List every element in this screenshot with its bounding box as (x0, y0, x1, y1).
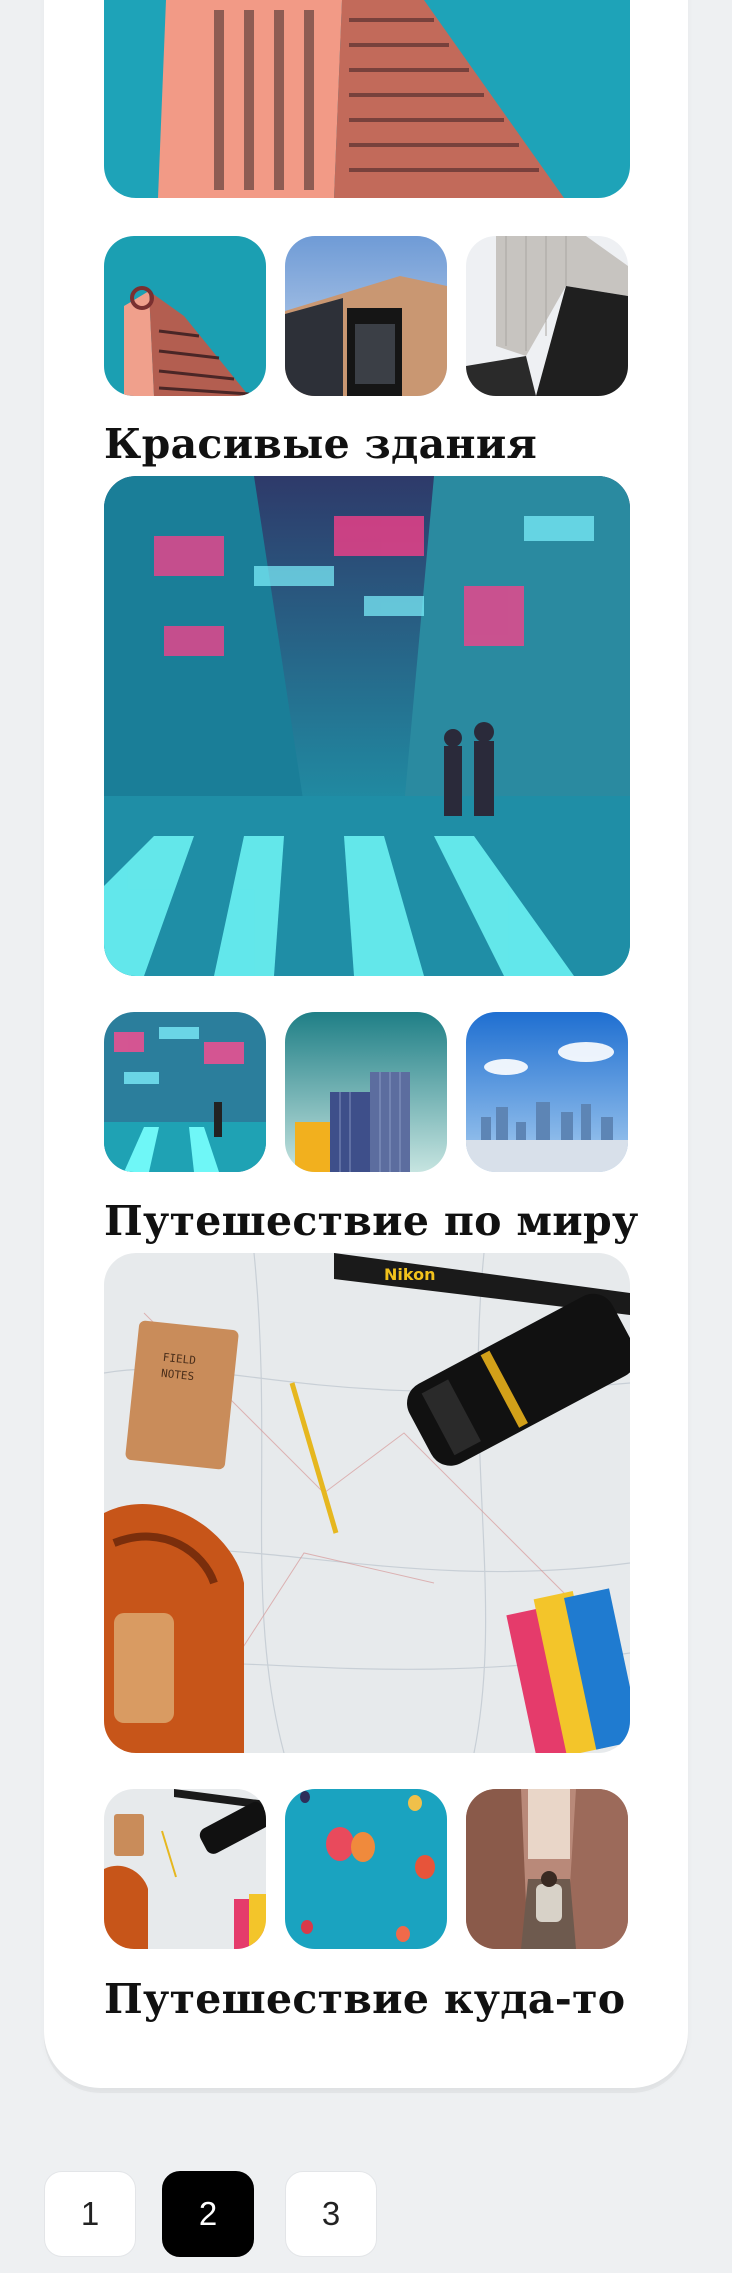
city-skyline-photo[interactable] (466, 1012, 628, 1172)
skyscrapers-photo[interactable] (285, 1012, 447, 1172)
map-camera-flatlay-photo[interactable]: Nikon FIELD NOTES (104, 1253, 630, 1753)
pink-tower-photo[interactable] (104, 236, 266, 396)
narrow-alley-traveler-photo[interactable] (466, 1789, 628, 1949)
section-title: Путешествие по миру (104, 1197, 639, 1245)
section-title: Путешествие куда-то (104, 1975, 626, 2023)
white-building-photo[interactable] (466, 236, 628, 396)
nightlife-street-crossing-photo[interactable] (104, 476, 630, 976)
svg-text:Nikon: Nikon (384, 1265, 435, 1284)
page-button-3[interactable]: 3 (285, 2171, 377, 2257)
page-button-1[interactable]: 1 (44, 2171, 136, 2257)
section-title: Красивые здания (104, 420, 538, 468)
page-button-2-active[interactable]: 2 (162, 2171, 254, 2257)
modern-building-photo[interactable] (285, 236, 447, 396)
map-camera-flatlay-photo[interactable] (104, 1789, 266, 1949)
pink-building-photo[interactable] (104, 0, 630, 198)
hot-air-balloons-photo[interactable] (285, 1789, 447, 1949)
nightlife-street-photo[interactable] (104, 1012, 266, 1172)
